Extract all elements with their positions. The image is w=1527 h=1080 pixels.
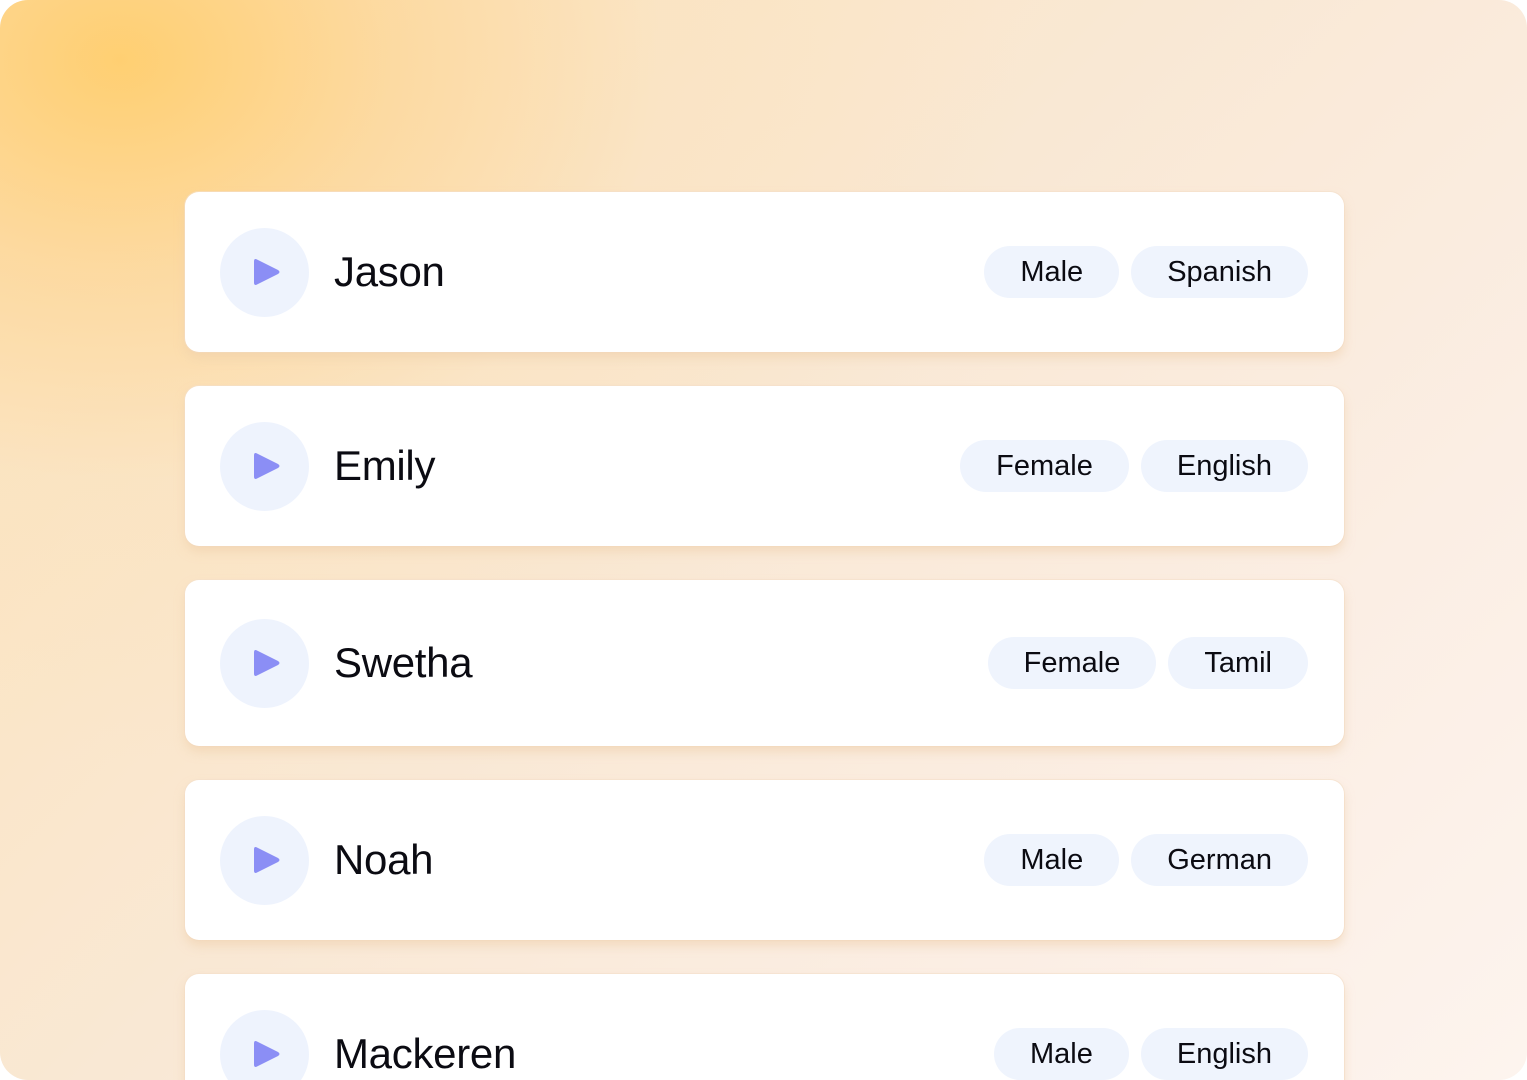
voice-row[interactable]: Swetha Female Tamil [185,580,1344,746]
voice-name: Emily [334,442,436,489]
gender-tag: Male [984,246,1120,298]
gender-tag: Female [960,440,1129,492]
voice-row[interactable]: Emily Female English [185,386,1344,546]
gender-tag: Female [987,637,1157,689]
gender-tag: Male [994,1028,1129,1080]
voice-tags: Male German [984,834,1308,886]
app-frame: Jason Male Spanish Emily Female English … [0,0,1527,1080]
play-icon [253,453,279,479]
play-icon [253,650,279,676]
voice-row[interactable]: Mackeren Male English [185,974,1344,1080]
voice-name: Noah [334,836,434,883]
language-tag: German [1131,834,1308,886]
voice-row[interactable]: Jason Male Spanish [185,192,1344,352]
voice-name: Jason [334,248,445,295]
voice-tags: Male Spanish [984,246,1308,298]
gender-tag: Male [984,834,1120,886]
play-icon [253,1041,279,1067]
voice-row[interactable]: Noah Male German [185,780,1344,940]
language-tag: Tamil [1168,637,1308,689]
play-button[interactable] [220,618,309,708]
play-icon [253,259,279,285]
voice-tags: Female English [960,440,1308,492]
play-button[interactable] [220,815,309,905]
voice-tags: Female Tamil [987,637,1308,689]
language-tag: Spanish [1131,246,1308,298]
language-tag: English [1140,440,1308,492]
play-button[interactable] [220,1009,309,1080]
play-icon [253,847,279,873]
voice-name: Swetha [334,639,473,686]
voice-list: Jason Male Spanish Emily Female English … [185,0,1344,1080]
language-tag: English [1140,1028,1308,1080]
voice-name: Mackeren [334,1030,517,1077]
play-button[interactable] [220,227,309,317]
play-button[interactable] [220,421,309,511]
voice-tags: Male English [994,1028,1308,1080]
